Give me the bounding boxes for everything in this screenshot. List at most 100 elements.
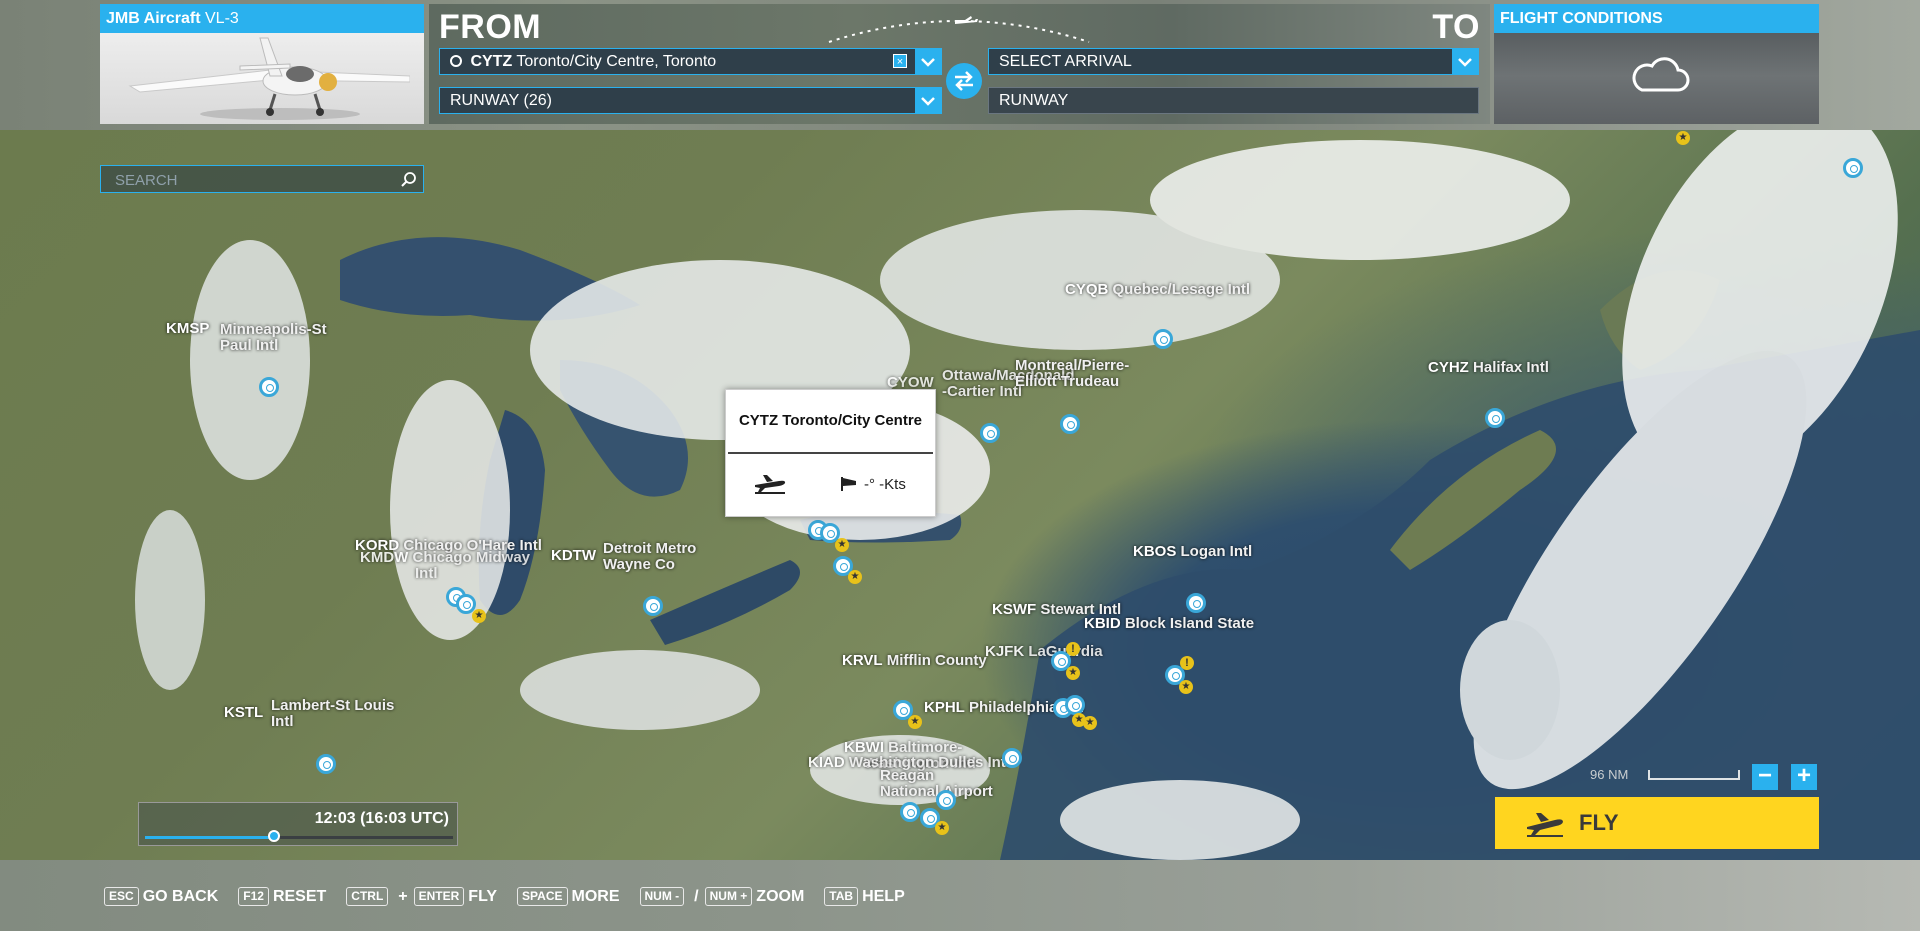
flight-conditions-card[interactable]: FLIGHT CONDITIONS xyxy=(1494,4,1819,124)
aircraft-maker: JMB Aircraft xyxy=(106,10,201,27)
shortcut-label: RESET xyxy=(272,887,327,905)
departure-airport-field[interactable]: CYTZ Toronto/City Centre, Toronto × xyxy=(439,48,942,75)
aircraft-model: VL-3 xyxy=(205,10,239,27)
shortcut-help[interactable]: TAB HELP xyxy=(824,887,905,906)
star-icon[interactable]: ★ xyxy=(1066,666,1080,680)
alert-icon[interactable]: ! xyxy=(1180,656,1194,670)
airport-label-kbid[interactable]: KBID Block Island State xyxy=(1084,616,1254,632)
flight-conditions-title: FLIGHT CONDITIONS xyxy=(1494,4,1819,33)
map-scale-bar xyxy=(1648,770,1740,780)
windsock-icon xyxy=(841,477,856,491)
time-slider-handle[interactable] xyxy=(268,830,281,842)
star-icon[interactable]: ★ xyxy=(1179,680,1193,694)
arrival-dropdown-button[interactable] xyxy=(1452,49,1478,74)
airport-marker[interactable] xyxy=(900,802,920,822)
alert-icon[interactable]: ! xyxy=(1066,642,1080,656)
popup-title: CYTZ Toronto/City Centre xyxy=(728,390,933,454)
shortcut-zoom[interactable]: NUM - / NUM + ZOOM xyxy=(639,887,805,906)
star-icon[interactable]: ★ xyxy=(935,821,949,835)
departure-dropdown-button[interactable] xyxy=(915,49,941,74)
chevron-down-icon xyxy=(921,57,935,67)
star-icon[interactable]: ★ xyxy=(1676,131,1690,145)
airport-label-kmdw[interactable]: KMDW Chicago Midway Intl xyxy=(360,550,530,582)
airport-label-krvl[interactable]: KRVL Mifflin County xyxy=(842,653,987,669)
aircraft-card[interactable]: JMB Aircraft VL-3 xyxy=(100,4,424,124)
zoom-out-button[interactable]: − xyxy=(1752,764,1778,790)
airport-marker[interactable] xyxy=(1065,695,1085,715)
airport-marker[interactable] xyxy=(936,790,956,810)
search-icon[interactable] xyxy=(401,171,417,187)
keyboard-shortcuts: ESC GO BACK F12 RESET CTRL + ENTER FLY S… xyxy=(104,887,925,906)
airport-label-kjfk[interactable]: KJFK LaGuardia xyxy=(985,644,1103,660)
airport-marker[interactable] xyxy=(1153,329,1173,349)
departure-name: Toronto/City Centre, Toronto xyxy=(516,53,717,70)
airport-label-cyqb[interactable]: CYQB Quebec/Lesage Intl xyxy=(1065,282,1250,298)
airport-label-kdtw-name[interactable]: Detroit Metro Wayne Co xyxy=(603,541,696,573)
shortcut-more[interactable]: SPACE MORE xyxy=(517,887,620,906)
shortcut-fly[interactable]: CTRL + ENTER FLY xyxy=(346,887,497,906)
airport-label-kstl[interactable]: KSTL xyxy=(224,705,263,721)
star-icon[interactable]: ★ xyxy=(472,609,486,623)
chevron-down-icon xyxy=(921,96,935,106)
fly-button[interactable]: FLY xyxy=(1495,797,1819,849)
shortcut-label: MORE xyxy=(571,887,620,905)
airport-label-cyhz[interactable]: CYHZ Halifax Intl xyxy=(1428,360,1549,376)
cloud-icon xyxy=(1632,57,1690,92)
to-label: TO xyxy=(1432,8,1480,46)
location-icon xyxy=(450,55,462,67)
key-ctrl: CTRL xyxy=(346,887,389,906)
shortcut-label: GO BACK xyxy=(142,887,219,905)
airport-popup[interactable]: CYTZ Toronto/City Centre -° -Kts xyxy=(725,389,936,517)
airport-label-kbos[interactable]: KBOS Logan Intl xyxy=(1133,544,1252,560)
map-scale-label: 96 NM xyxy=(1590,767,1629,782)
shortcut-label: HELP xyxy=(862,887,905,905)
airport-marker[interactable] xyxy=(643,596,663,616)
zoom-in-button[interactable]: + xyxy=(1791,764,1817,790)
route-panel: FROM TO CYTZ Toronto/City Centre, Toront… xyxy=(429,4,1490,124)
departure-runway-field[interactable]: RUNWAY (26) xyxy=(439,87,942,114)
airport-marker[interactable] xyxy=(1843,158,1863,178)
key-esc: ESC xyxy=(104,887,139,906)
airport-marker[interactable] xyxy=(980,423,1000,443)
time-of-day-panel[interactable]: 12:03 (16:03 UTC) xyxy=(138,802,458,846)
airport-label-kmsp[interactable]: KMSP xyxy=(166,321,209,337)
time-slider-fill xyxy=(145,836,275,839)
airport-marker[interactable] xyxy=(1186,593,1206,613)
time-readout: 12:03 (16:03 UTC) xyxy=(314,810,449,827)
airport-marker[interactable] xyxy=(316,754,336,774)
arrival-runway-field[interactable]: RUNWAY xyxy=(988,87,1479,114)
shortcut-go-back[interactable]: ESC GO BACK xyxy=(104,887,218,906)
airport-marker[interactable] xyxy=(1060,414,1080,434)
star-icon[interactable]: ★ xyxy=(835,538,849,552)
star-icon[interactable]: ★ xyxy=(1083,716,1097,730)
top-bar: JMB Aircraft VL-3 FROM TO CYTZ Toronto/C… xyxy=(0,0,1920,130)
fly-label: FLY xyxy=(1579,810,1619,835)
world-map[interactable]: KMSP Minneapolis-StPaul Intl CYQB Quebec… xyxy=(0,130,1920,860)
from-label: FROM xyxy=(439,8,542,46)
star-icon[interactable]: ★ xyxy=(848,570,862,584)
airport-label-kmsp-name[interactable]: Minneapolis-St Paul Intl xyxy=(220,322,327,354)
departure-plane-icon xyxy=(755,475,786,494)
departure-runway-value: RUNWAY (26) xyxy=(450,92,552,109)
footer-bar: ESC GO BACK F12 RESET CTRL + ENTER FLY S… xyxy=(0,860,1920,931)
airport-label-kdtw[interactable]: KDTW xyxy=(551,548,596,564)
airport-label-kstl-name[interactable]: Lambert-St Louis Intl xyxy=(271,698,394,730)
airport-marker[interactable] xyxy=(259,377,279,397)
star-icon[interactable]: ★ xyxy=(908,715,922,729)
arrival-runway-value: RUNWAY xyxy=(999,92,1069,109)
clear-departure-button[interactable]: × xyxy=(893,54,907,68)
airport-label-cyul[interactable]: Montreal/Pierre- Elliott Trudeau xyxy=(1015,358,1129,390)
wind-readout: -° -Kts xyxy=(864,476,906,493)
arrival-airport-field[interactable]: SELECT ARRIVAL xyxy=(988,48,1479,75)
airport-marker[interactable] xyxy=(1002,748,1022,768)
shortcut-reset[interactable]: F12 RESET xyxy=(238,887,326,906)
search-box[interactable] xyxy=(100,165,424,194)
airport-marker[interactable] xyxy=(1485,408,1505,428)
shortcut-label: ZOOM xyxy=(756,887,805,905)
key-space: SPACE xyxy=(517,887,568,906)
time-slider-track[interactable] xyxy=(145,830,453,842)
runway-dropdown-button[interactable] xyxy=(915,88,941,113)
arrival-placeholder: SELECT ARRIVAL xyxy=(999,53,1132,70)
swap-route-button[interactable] xyxy=(946,63,982,99)
search-input[interactable] xyxy=(101,166,397,194)
